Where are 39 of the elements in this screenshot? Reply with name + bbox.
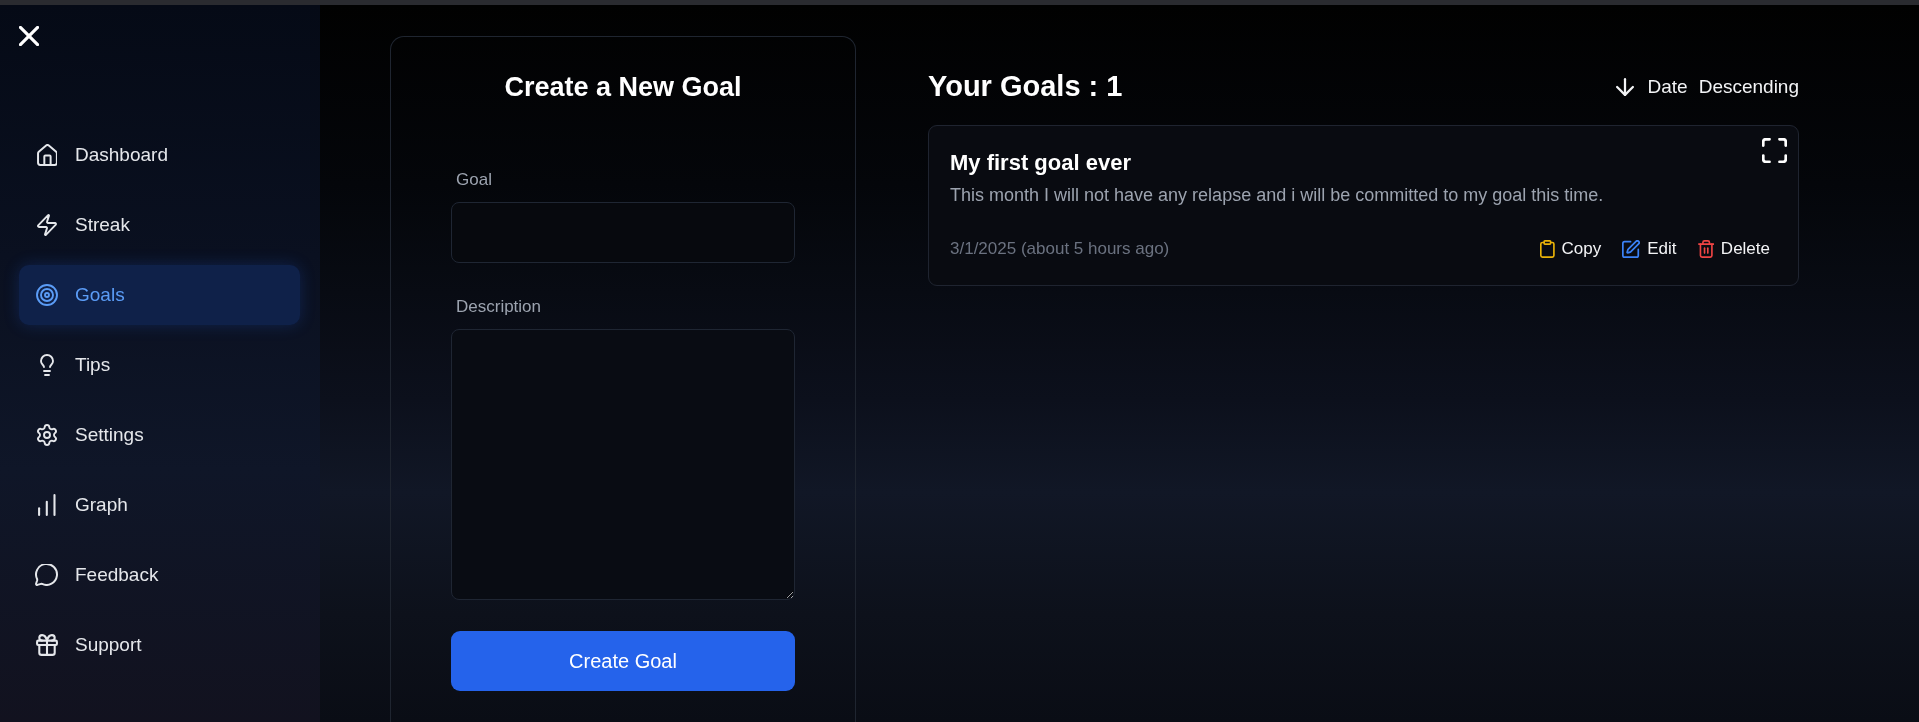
nav-item[interactable]: Settings	[19, 405, 300, 465]
sort-field-button[interactable]: Date	[1647, 75, 1688, 98]
form-title: Create a New Goal	[503, 71, 743, 103]
nav-item[interactable]: Graph	[19, 475, 300, 535]
chat-bubble-icon	[35, 564, 59, 586]
goal-title: My first goal ever	[950, 150, 1131, 176]
field-label: Goal	[455, 170, 493, 190]
clipboard-icon	[1539, 240, 1555, 258]
bar-chart-icon	[38, 494, 56, 516]
nav-item[interactable]: Streak	[19, 195, 300, 255]
copy-button[interactable]: Copy	[1539, 239, 1602, 259]
create-goal-button[interactable]: Create Goal	[451, 631, 795, 691]
edit-button[interactable]: Edit	[1622, 239, 1677, 259]
gift-icon	[36, 634, 58, 656]
lightbulb-icon	[40, 354, 54, 376]
home-icon	[36, 144, 58, 166]
close-button[interactable]	[19, 26, 39, 46]
sort-direction-button[interactable]	[1615, 77, 1634, 96]
settings-icon	[36, 424, 58, 446]
field-label: Description	[455, 297, 543, 317]
sort-order-button[interactable]: Descending	[1698, 75, 1799, 98]
pencil-icon	[1622, 240, 1641, 258]
target-icon	[36, 284, 58, 306]
expand-button[interactable]	[1762, 138, 1787, 163]
goal-input[interactable]	[451, 202, 795, 263]
trash-icon	[1697, 240, 1714, 258]
delete-button[interactable]: Delete	[1697, 239, 1770, 259]
nav-item[interactable]: Feedback	[19, 545, 300, 605]
close-icon	[19, 26, 39, 46]
nav-item[interactable]: Support	[19, 615, 300, 675]
arrow-down-icon	[1615, 77, 1634, 96]
goals-heading: Your Goals : 1	[928, 69, 1123, 104]
nav-item[interactable]: Tips	[19, 335, 300, 395]
goal-date: 3/1/2025 (about 5 hours ago)	[950, 239, 1170, 259]
nav-item[interactable]: Goals	[19, 265, 300, 325]
goal-description: This month I will not have any relapse and i will be committed to my goal this time.	[950, 184, 1605, 206]
expand-icon	[1762, 138, 1787, 163]
lightning-icon	[37, 214, 57, 236]
nav-item[interactable]: Dashboard	[19, 125, 300, 185]
